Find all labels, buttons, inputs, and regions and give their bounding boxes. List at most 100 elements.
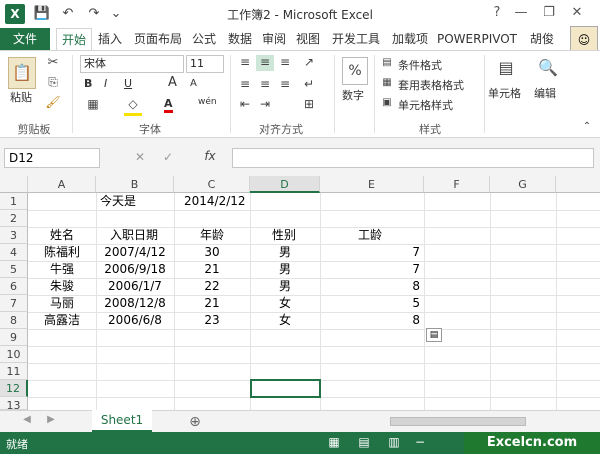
cell-c1[interactable]: 2014/2/12 — [184, 193, 246, 210]
align-bottom-icon[interactable]: ≡ — [276, 55, 294, 71]
tab-review[interactable]: 审阅 — [258, 28, 290, 50]
border-icon[interactable]: ▦ — [84, 97, 102, 113]
row-header[interactable]: 2 — [0, 210, 28, 227]
tab-addins[interactable]: 加载项 — [388, 28, 432, 50]
select-all-corner[interactable] — [0, 176, 28, 193]
copy-icon[interactable]: ⎘ — [44, 75, 62, 91]
sheet-tab-sheet1[interactable]: Sheet1 — [92, 410, 152, 432]
column-header[interactable]: B — [96, 176, 174, 193]
align-left-icon[interactable]: ≡ — [236, 77, 254, 93]
cell-gender[interactable]: 男 — [250, 244, 320, 261]
phonetic-button[interactable]: wén — [198, 97, 217, 107]
align-center-icon[interactable]: ≡ — [256, 77, 274, 93]
name-box[interactable]: D12 — [4, 148, 100, 168]
cell-date[interactable]: 2007/4/12 — [96, 244, 174, 261]
font-color-button[interactable]: A — [164, 97, 173, 113]
help-button[interactable]: ? — [486, 2, 508, 24]
cell-age[interactable]: 23 — [174, 312, 250, 329]
cell-seniority[interactable]: 5 — [320, 295, 420, 312]
row-header[interactable]: 10 — [0, 346, 28, 363]
active-cell-d12[interactable] — [250, 379, 321, 398]
page-layout-view-icon[interactable]: ▤ — [356, 435, 372, 451]
cells-button[interactable]: 单元格 — [488, 85, 521, 101]
row-header[interactable]: 7 — [0, 295, 28, 312]
close-button[interactable]: ✕ — [566, 2, 588, 24]
conditional-format-button[interactable]: 条件格式 — [398, 57, 442, 73]
tab-view[interactable]: 视图 — [292, 28, 324, 50]
column-header[interactable]: G — [490, 176, 556, 193]
tab-formulas[interactable]: 公式 — [188, 28, 220, 50]
tab-insert[interactable]: 插入 — [94, 28, 126, 50]
paste-icon[interactable]: 📋 — [8, 57, 36, 89]
cell-gender[interactable]: 女 — [250, 295, 320, 312]
header-gender[interactable]: 性别 — [272, 227, 296, 244]
horizontal-scrollbar[interactable] — [390, 417, 526, 426]
cell-gender[interactable]: 男 — [250, 261, 320, 278]
row-header[interactable]: 11 — [0, 363, 28, 380]
cell-date[interactable]: 2006/9/18 — [96, 261, 174, 278]
cell-age[interactable]: 30 — [174, 244, 250, 261]
align-right-icon[interactable]: ≡ — [276, 77, 294, 93]
row-header[interactable]: 1 — [0, 193, 28, 210]
row-header[interactable]: 5 — [0, 261, 28, 278]
column-header[interactable]: A — [28, 176, 96, 193]
fill-color-icon[interactable]: ◇ — [124, 97, 142, 116]
bold-button[interactable]: B — [84, 77, 92, 90]
header-seniority[interactable]: 工龄 — [358, 227, 382, 244]
align-top-icon[interactable]: ≡ — [236, 55, 254, 71]
header-age[interactable]: 年龄 — [200, 227, 224, 244]
cell-styles-button[interactable]: 单元格样式 — [398, 97, 453, 113]
restore-button[interactable]: ❐ — [538, 2, 560, 24]
row-header[interactable]: 6 — [0, 278, 28, 295]
cell-age[interactable]: 21 — [174, 261, 250, 278]
merge-cells-icon[interactable]: ⊞ — [300, 97, 318, 113]
normal-view-icon[interactable]: ▦ — [326, 435, 342, 451]
cell-date[interactable]: 2006/6/8 — [96, 312, 174, 329]
zoom-out-icon[interactable]: − — [412, 435, 428, 451]
row-header[interactable]: 8 — [0, 312, 28, 329]
cell-seniority[interactable]: 7 — [320, 261, 420, 278]
paste-options-icon[interactable]: ▤ — [426, 328, 442, 342]
row-header[interactable]: 12 — [0, 380, 28, 397]
font-name-combo[interactable]: 宋体 — [80, 55, 184, 73]
account-name[interactable]: 胡俊 — [524, 28, 560, 50]
cell-gender[interactable]: 女 — [250, 312, 320, 329]
tab-data[interactable]: 数据 — [224, 28, 256, 50]
cell-b1[interactable]: 今天是 — [100, 193, 136, 210]
paste-button[interactable]: 粘贴 — [10, 89, 32, 105]
collapse-ribbon-icon[interactable]: ⌃ — [580, 121, 594, 135]
row-header[interactable]: 3 — [0, 227, 28, 244]
orientation-icon[interactable]: ↗ — [300, 55, 318, 71]
italic-button[interactable]: I — [104, 77, 107, 90]
cell-age[interactable]: 22 — [174, 278, 250, 295]
column-header[interactable]: C — [174, 176, 250, 193]
insert-function-icon[interactable]: fx — [200, 149, 220, 165]
align-middle-icon[interactable]: ≡ — [256, 55, 274, 71]
enter-icon[interactable]: ✓ — [160, 150, 176, 166]
cell-seniority[interactable]: 8 — [320, 312, 420, 329]
cell-name[interactable]: 高露洁 — [28, 312, 96, 329]
row-header[interactable]: 13 — [0, 397, 28, 412]
column-header[interactable]: E — [320, 176, 424, 193]
column-header[interactable]: F — [424, 176, 490, 193]
scroll-left-icon[interactable]: ◀ — [20, 414, 34, 428]
format-as-table-button[interactable]: 套用表格格式 — [398, 77, 464, 93]
increase-indent-icon[interactable]: ⇥ — [256, 97, 274, 113]
underline-button[interactable]: U — [124, 77, 132, 90]
header-hire-date[interactable]: 入职日期 — [110, 227, 158, 244]
percent-icon[interactable]: % — [342, 57, 368, 85]
tab-powerpivot[interactable]: POWERPIVOT — [436, 28, 518, 50]
page-break-view-icon[interactable]: ▥ — [386, 435, 402, 451]
cell-name[interactable]: 马丽 — [28, 295, 96, 312]
decrease-indent-icon[interactable]: ⇤ — [236, 97, 254, 113]
find-icon[interactable]: 🔍 — [534, 55, 562, 81]
column-header[interactable]: D — [250, 176, 320, 193]
tab-home[interactable]: 开始 — [56, 28, 92, 52]
cut-icon[interactable]: ✂ — [44, 55, 62, 71]
tab-page-layout[interactable]: 页面布局 — [130, 28, 186, 50]
format-painter-icon[interactable]: 🖌 — [44, 95, 62, 111]
cell-gender[interactable]: 男 — [250, 278, 320, 295]
cells-icon[interactable]: ▤ — [492, 55, 520, 81]
edit-button[interactable]: 编辑 — [534, 85, 556, 101]
cancel-icon[interactable]: ✕ — [132, 150, 148, 166]
